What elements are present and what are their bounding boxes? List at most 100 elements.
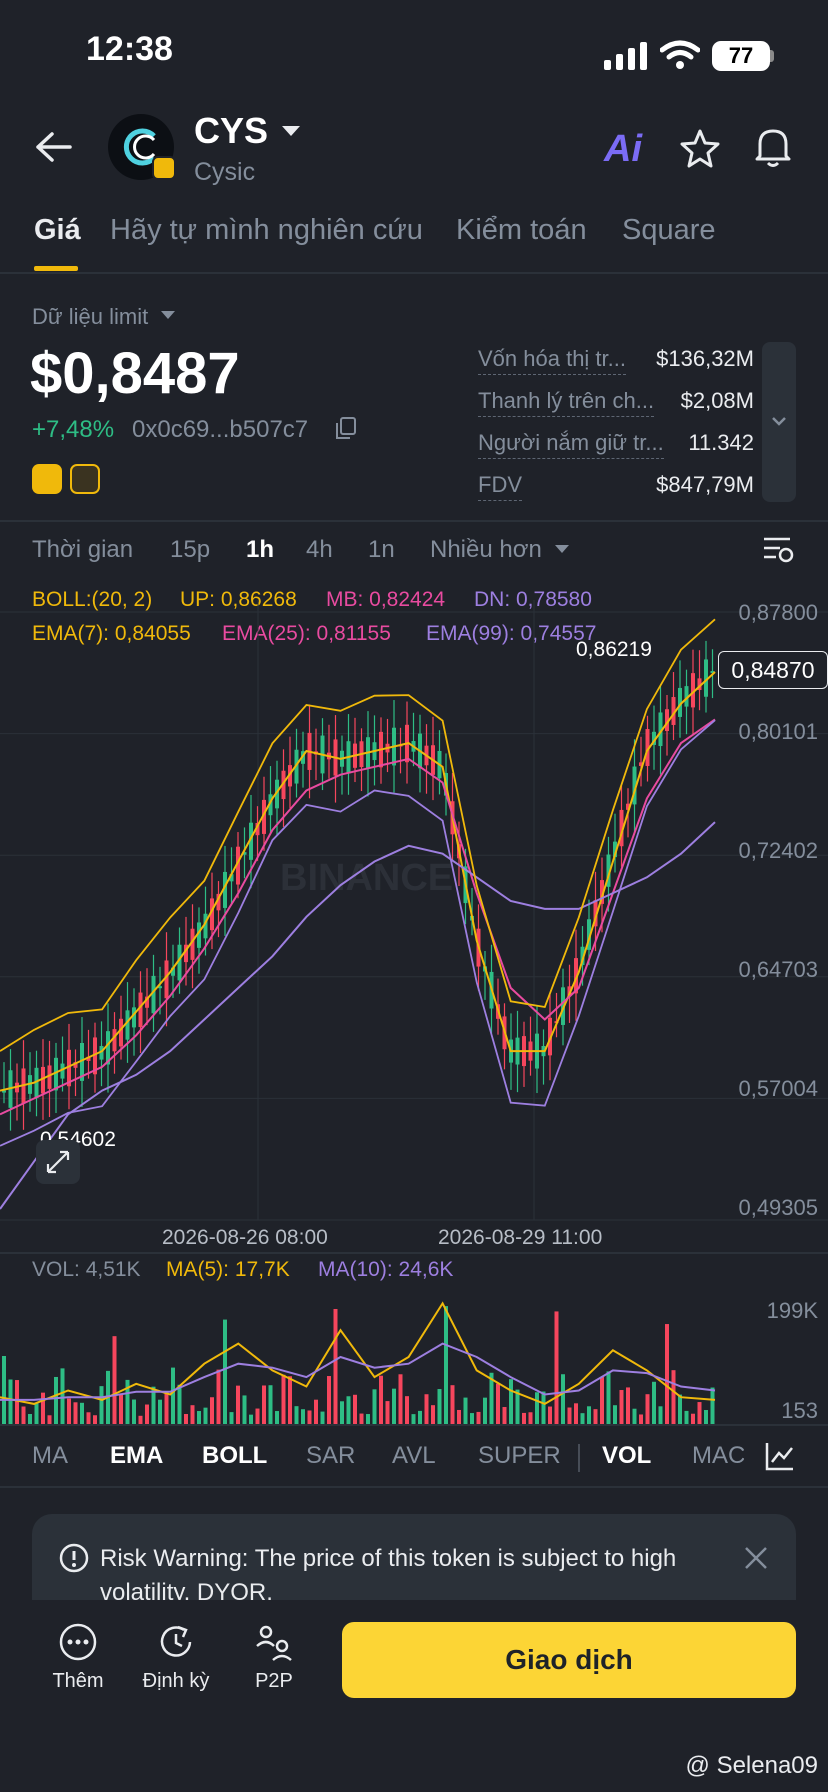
timeframe-1h[interactable]: 1h bbox=[246, 536, 274, 564]
chart-settings-icon[interactable] bbox=[762, 534, 794, 566]
volume-chart bbox=[0, 1301, 716, 1424]
volume-bar bbox=[15, 1380, 19, 1424]
nav-p2p-label[interactable]: P2P bbox=[224, 1670, 324, 1693]
p2p-icon[interactable] bbox=[254, 1622, 294, 1662]
volume-bar bbox=[652, 1381, 656, 1424]
volume-bar bbox=[645, 1394, 650, 1424]
more-icon[interactable] bbox=[58, 1622, 98, 1662]
volume-bar bbox=[119, 1394, 123, 1424]
indicator-macd[interactable]: MAC bbox=[692, 1442, 745, 1470]
volume-bar bbox=[73, 1402, 78, 1424]
indicator-settings-icon[interactable] bbox=[764, 1440, 796, 1472]
volume-bar bbox=[236, 1385, 240, 1424]
back-arrow-icon[interactable] bbox=[34, 130, 74, 164]
volume-bar bbox=[418, 1410, 422, 1424]
stats-expand-button[interactable] bbox=[762, 342, 796, 502]
indicator-avl[interactable]: AVL bbox=[392, 1442, 436, 1470]
volume-bar bbox=[587, 1406, 591, 1424]
stat-label-liquidity[interactable]: Thanh lý trên ch... bbox=[478, 388, 655, 417]
volume-bar bbox=[8, 1379, 13, 1424]
stat-value-market-cap: $136,32M bbox=[656, 346, 754, 371]
volume-bar bbox=[275, 1411, 279, 1424]
signal-icon bbox=[604, 42, 647, 70]
volume-bar bbox=[522, 1412, 526, 1424]
volume-bar bbox=[2, 1356, 6, 1424]
volume-bar bbox=[548, 1406, 552, 1424]
volume-bar bbox=[164, 1392, 169, 1424]
tab-research[interactable]: Hãy tự mình nghiên cứu bbox=[110, 214, 423, 247]
volume-bar bbox=[294, 1406, 299, 1424]
volume-bar bbox=[301, 1409, 305, 1424]
volume-bar bbox=[28, 1413, 32, 1424]
volume-bar bbox=[470, 1413, 474, 1424]
volume-bar bbox=[619, 1390, 624, 1424]
volume-bar bbox=[34, 1402, 39, 1424]
coin-name: Cysic bbox=[194, 158, 256, 186]
coin-symbol[interactable]: CYS bbox=[194, 110, 268, 152]
indicator-boll[interactable]: BOLL bbox=[202, 1442, 267, 1470]
tab-audit[interactable]: Kiểm toán bbox=[456, 214, 587, 247]
more-dropdown-icon[interactable] bbox=[554, 544, 570, 554]
trade-button[interactable]: Giao dịch bbox=[342, 1622, 796, 1698]
volume-bar bbox=[99, 1386, 104, 1424]
indicator-separator bbox=[578, 1444, 580, 1472]
volume-bar bbox=[197, 1411, 201, 1424]
stat-label-market-cap[interactable]: Vốn hóa thị tr... bbox=[478, 346, 626, 375]
fullscreen-button[interactable] bbox=[36, 1140, 80, 1184]
volume-bar bbox=[496, 1383, 500, 1424]
volume-bar bbox=[392, 1388, 396, 1424]
price-chart[interactable]: BINANCE bbox=[0, 600, 828, 1240]
tab-square[interactable]: Square bbox=[622, 214, 716, 247]
volume-bar bbox=[184, 1414, 188, 1424]
volume-bar bbox=[210, 1397, 214, 1424]
indicator-ma[interactable]: MA bbox=[32, 1442, 68, 1470]
indicator-vol[interactable]: VOL bbox=[602, 1442, 651, 1470]
volume-bar bbox=[333, 1308, 338, 1424]
limit-dropdown-icon[interactable] bbox=[160, 310, 176, 320]
timeframe-4h[interactable]: 4h bbox=[306, 536, 333, 564]
copy-icon[interactable] bbox=[334, 416, 358, 440]
volume-bar bbox=[307, 1410, 312, 1424]
nav-more-label[interactable]: Thêm bbox=[28, 1670, 128, 1693]
volume-bar bbox=[658, 1406, 663, 1424]
bell-icon[interactable] bbox=[754, 126, 792, 168]
data-source-selector[interactable]: Dữ liệu limit bbox=[32, 304, 148, 330]
timeframe-more[interactable]: Nhiều hơn bbox=[430, 536, 542, 564]
status-time: 12:38 bbox=[86, 30, 173, 68]
volume-bar bbox=[281, 1374, 286, 1424]
chart-divider bbox=[0, 1252, 828, 1254]
volume-bar bbox=[593, 1409, 598, 1424]
volume-bar bbox=[691, 1413, 695, 1424]
info-divider bbox=[0, 520, 828, 522]
stat-label-holders[interactable]: Người nắm giữ tr... bbox=[478, 430, 664, 459]
volume-bar bbox=[398, 1374, 403, 1424]
volume-bar bbox=[145, 1404, 149, 1424]
indicator-ema[interactable]: EMA bbox=[110, 1442, 163, 1470]
volume-bar bbox=[229, 1412, 234, 1424]
volume-bar bbox=[567, 1407, 572, 1424]
nav-recurring-label[interactable]: Định kỳ bbox=[126, 1670, 226, 1693]
volume-bars bbox=[2, 1306, 715, 1424]
candle-body bbox=[119, 1018, 123, 1047]
indicator-sar[interactable]: SAR bbox=[306, 1442, 355, 1470]
candle-body bbox=[138, 992, 143, 1028]
volume-bar bbox=[80, 1402, 84, 1424]
symbol-dropdown-icon[interactable] bbox=[280, 124, 302, 138]
indicator-super[interactable]: SUPER bbox=[478, 1442, 561, 1470]
volume-ma5: MA(5): 17,7K bbox=[166, 1258, 290, 1281]
stat-label-fdv[interactable]: FDV bbox=[478, 472, 522, 501]
y-axis-label: 0,80101 bbox=[738, 719, 818, 744]
timeframe-time[interactable]: Thời gian bbox=[32, 536, 133, 564]
recurring-icon[interactable] bbox=[156, 1622, 196, 1662]
timeframe-1d[interactable]: 1n bbox=[368, 536, 395, 564]
close-icon[interactable] bbox=[742, 1544, 770, 1572]
ai-assistant-icon[interactable]: Ai bbox=[604, 128, 642, 171]
tab-underline bbox=[34, 266, 78, 271]
current-price: $0,8487 bbox=[30, 341, 240, 406]
contract-address[interactable]: 0x0c69...b507c7 bbox=[132, 416, 308, 444]
timeframe-15m[interactable]: 15p bbox=[170, 536, 210, 564]
favorite-star-icon[interactable] bbox=[680, 128, 720, 168]
tab-price[interactable]: Giá bbox=[34, 214, 81, 247]
volume-bar bbox=[385, 1401, 390, 1424]
volume-bar bbox=[684, 1410, 689, 1424]
